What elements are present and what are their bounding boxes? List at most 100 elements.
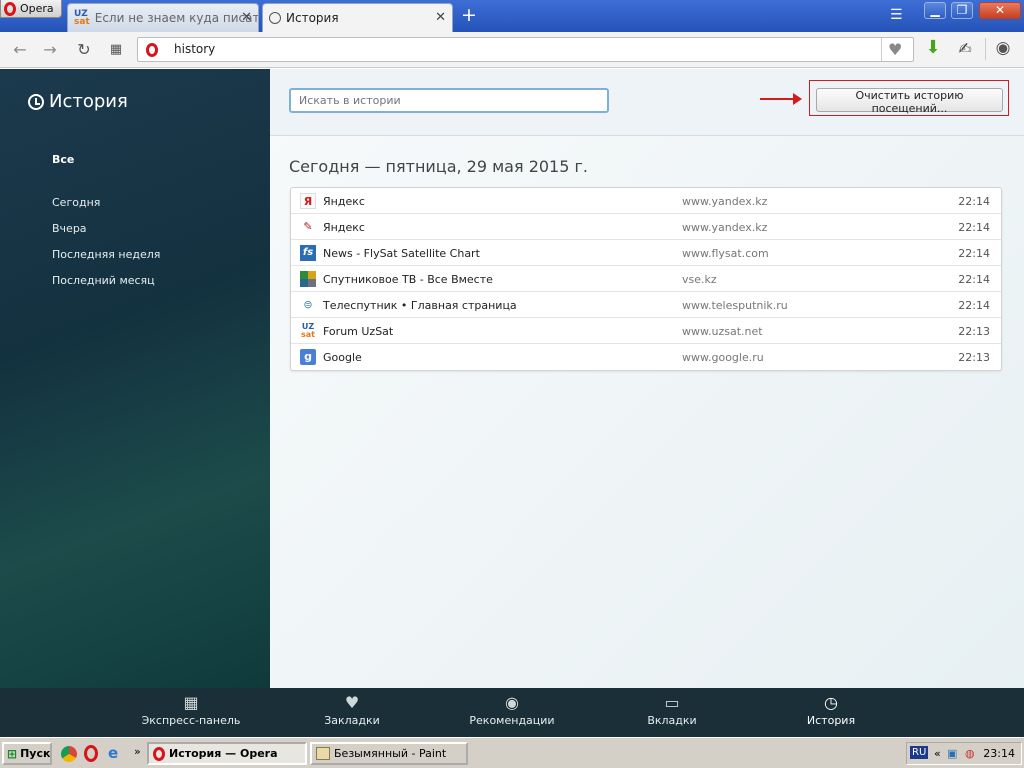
history-time: 22:14 <box>958 299 990 312</box>
page-title-text: История <box>49 91 128 112</box>
history-row[interactable]: UZ sat Forum UzSat www.uzsat.net 22:13 <box>291 318 1001 344</box>
extension-icon[interactable]: ✍ <box>955 39 975 58</box>
nav-bookmarks[interactable]: ♥ Закладки <box>292 693 412 728</box>
heart-icon[interactable]: ♥ <box>888 40 902 59</box>
history-title[interactable]: Яндекс <box>323 195 365 208</box>
history-url: www.yandex.kz <box>682 221 768 234</box>
network-icon[interactable]: ▣ <box>947 747 957 760</box>
new-tab-button[interactable]: + <box>459 6 479 25</box>
history-url: vse.kz <box>682 273 717 286</box>
history-title[interactable]: Спутниковое ТВ - Все Вместе <box>323 273 493 286</box>
address-text[interactable]: history <box>174 42 215 56</box>
yandex-icon: Я <box>300 193 316 209</box>
tab-title: История <box>286 11 339 25</box>
history-row[interactable]: fs News - FlySat Satellite Chart www.fly… <box>291 240 1001 266</box>
flysat-icon: fs <box>300 245 316 261</box>
chevron-icon[interactable]: » <box>134 745 141 758</box>
sidebar-item-all[interactable]: Все <box>52 153 74 166</box>
history-title[interactable]: News - FlySat Satellite Chart <box>323 247 480 260</box>
task-label: Безымянный - Paint <box>334 747 447 760</box>
opera-menu-button[interactable]: Opera <box>0 0 62 18</box>
speed-dial-icon[interactable]: ▦ <box>106 42 126 57</box>
opera-menu-label: Opera <box>20 2 54 15</box>
devices-icon: ▭ <box>664 693 680 712</box>
clear-history-button[interactable]: Очистить историю посещений... <box>816 88 1003 115</box>
history-time: 22:14 <box>958 221 990 234</box>
history-time: 22:13 <box>958 325 990 338</box>
toolbar-divider <box>985 38 986 60</box>
close-tab-icon[interactable]: ✕ <box>241 10 252 25</box>
history-row[interactable]: ⊜ Телеспутник • Главная страница www.tel… <box>291 292 1001 318</box>
page-title: История <box>28 91 128 112</box>
toolbar: ← → ↻ ▦ history ♥ ⬇ ✍ ◉ <box>0 32 1024 68</box>
history-search-input[interactable] <box>289 88 609 113</box>
nav-label: Рекомендации <box>469 714 555 727</box>
back-icon[interactable]: ← <box>10 40 30 59</box>
eye-icon: ◉ <box>505 693 519 712</box>
heart-icon: ♥ <box>344 693 360 712</box>
tab-bar: Opera UZ sat Если не знаем куда писать ✕ … <box>0 0 1024 32</box>
taskbar-item-paint[interactable]: Безымянный - Paint <box>310 742 468 765</box>
minimize-button[interactable]: ▁ <box>924 2 946 19</box>
history-title[interactable]: Яндекс <box>323 221 365 234</box>
tray-expand-icon[interactable]: « <box>934 747 941 760</box>
search-area: Очистить историю посещений... <box>270 69 1024 136</box>
taskbar-item-opera[interactable]: История — Opera <box>147 742 307 765</box>
task-label: История — Opera <box>169 747 278 760</box>
sidebar-item-yesterday[interactable]: Вчера <box>52 222 87 235</box>
sidebar-item-today[interactable]: Сегодня <box>52 196 100 209</box>
opera-quicklaunch-icon[interactable] <box>84 745 98 762</box>
clock-icon <box>269 12 281 24</box>
tab-history[interactable]: История ✕ <box>262 3 453 32</box>
nav-tabs[interactable]: ▭ Вкладки <box>612 693 732 728</box>
history-title[interactable]: Телеспутник • Главная страница <box>323 299 517 312</box>
taskbar: ⊞ Пуск e » История — Opera Безымянный - … <box>0 737 1024 768</box>
history-title[interactable]: Forum UzSat <box>323 325 393 338</box>
clock-icon: ◷ <box>824 693 838 712</box>
download-icon[interactable]: ⬇ <box>923 37 943 58</box>
close-window-button[interactable]: ✕ <box>979 2 1021 19</box>
history-title[interactable]: Google <box>323 351 362 364</box>
antivirus-icon[interactable]: ◍ <box>965 747 975 760</box>
close-tab-icon[interactable]: ✕ <box>435 10 446 25</box>
sidebar-item-last-week[interactable]: Последняя неделя <box>52 248 160 261</box>
nav-history[interactable]: ◷ История <box>771 693 891 728</box>
nav-speed-dial[interactable]: ▦ Экспресс-панель <box>131 693 251 728</box>
page-content: История Все Сегодня Вчера Последняя неде… <box>0 69 1024 688</box>
grid-icon: ▦ <box>183 693 199 712</box>
history-url: www.flysat.com <box>682 247 769 260</box>
history-time: 22:13 <box>958 351 990 364</box>
language-indicator[interactable]: RU <box>910 746 929 759</box>
date-heading: Сегодня — пятница, 29 мая 2015 г. <box>289 157 588 176</box>
nav-label: Экспресс-панель <box>141 714 241 727</box>
history-row[interactable]: g Google www.google.ru 22:13 <box>291 344 1001 370</box>
clock-text: 23:14 <box>983 747 1015 760</box>
nav-recommendations[interactable]: ◉ Рекомендации <box>452 693 572 728</box>
history-row[interactable]: Спутниковое ТВ - Все Вместе vse.kz 22:14 <box>291 266 1001 292</box>
history-url: www.telesputnik.ru <box>682 299 788 312</box>
system-tray: RU « ▣ ◍ 23:14 <box>906 742 1022 765</box>
tab-menu-icon[interactable]: ☰ <box>890 7 903 23</box>
yandex-pen-icon: ✎ <box>303 220 313 233</box>
ie-icon[interactable]: e <box>108 744 126 762</box>
maximize-button[interactable]: ❐ <box>951 2 973 19</box>
tab-uzsat[interactable]: UZ sat Если не знаем куда писать ✕ <box>67 3 259 32</box>
address-bar[interactable]: history ♥ <box>137 37 914 62</box>
forward-icon[interactable]: → <box>40 40 60 59</box>
reload-icon[interactable]: ↻ <box>74 40 94 59</box>
tab-title: Если не знаем куда писать <box>94 11 259 25</box>
chrome-icon[interactable] <box>61 746 77 762</box>
windows-logo-icon: ⊞ <box>7 746 18 761</box>
opera-logo-icon <box>4 1 16 16</box>
paint-icon <box>316 747 330 760</box>
history-row[interactable]: Я Яндекс www.yandex.kz 22:14 <box>291 188 1001 214</box>
history-main: Очистить историю посещений... Сегодня — … <box>270 69 1024 688</box>
sidebar-item-last-month[interactable]: Последний месяц <box>52 274 155 287</box>
opera-badge-icon <box>146 43 158 57</box>
telesputnik-icon: ⊜ <box>303 298 313 311</box>
history-row[interactable]: ✎ Яндекс www.yandex.kz 22:14 <box>291 214 1001 240</box>
history-time: 22:14 <box>958 247 990 260</box>
account-icon[interactable]: ◉ <box>993 38 1013 58</box>
nav-label: Вкладки <box>647 714 697 727</box>
start-button[interactable]: ⊞ Пуск <box>2 742 52 765</box>
